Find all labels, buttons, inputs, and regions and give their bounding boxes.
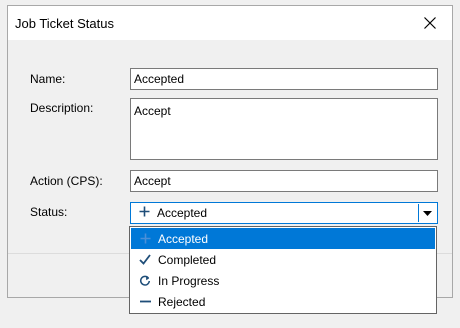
- check-icon: [138, 254, 152, 265]
- chevron-down-icon: [423, 211, 432, 216]
- status-option-in-progress[interactable]: In Progress: [131, 270, 435, 291]
- name-field-value: Accepted: [134, 72, 185, 86]
- status-label: Status:: [30, 205, 68, 219]
- refresh-icon: [138, 275, 152, 287]
- status-combobox[interactable]: Accepted: [130, 202, 438, 224]
- minus-icon: [138, 300, 152, 303]
- action-field-value: Accept: [134, 174, 171, 188]
- action-field[interactable]: Accept: [130, 170, 438, 192]
- status-option-label: In Progress: [158, 273, 220, 288]
- status-combobox-text: Accepted: [157, 206, 208, 220]
- status-option-label: Rejected: [158, 294, 206, 309]
- plus-icon: [137, 206, 151, 220]
- status-combobox-value: Accepted: [137, 206, 207, 220]
- description-field[interactable]: Accept: [130, 98, 438, 160]
- status-dropdown-list: Accepted Completed In Progress Rejected: [129, 226, 437, 314]
- status-option-label: Accepted: [158, 231, 209, 246]
- description-label: Description:: [30, 101, 94, 115]
- plus-icon: [138, 233, 152, 244]
- status-option-rejected[interactable]: Rejected: [131, 291, 435, 312]
- description-field-value: Accept: [134, 104, 171, 118]
- name-field[interactable]: Accepted: [130, 68, 438, 90]
- dropdown-arrow-button[interactable]: [418, 204, 436, 222]
- close-icon: [424, 17, 436, 29]
- status-option-completed[interactable]: Completed: [131, 249, 435, 270]
- status-option-label: Completed: [158, 252, 217, 267]
- title-bar: Job Ticket Status: [8, 6, 452, 40]
- name-label: Name:: [30, 72, 66, 86]
- action-label: Action (CPS):: [30, 174, 103, 188]
- dialog-title: Job Ticket Status: [15, 16, 114, 31]
- close-button[interactable]: [408, 6, 452, 40]
- status-option-accepted[interactable]: Accepted: [131, 228, 435, 249]
